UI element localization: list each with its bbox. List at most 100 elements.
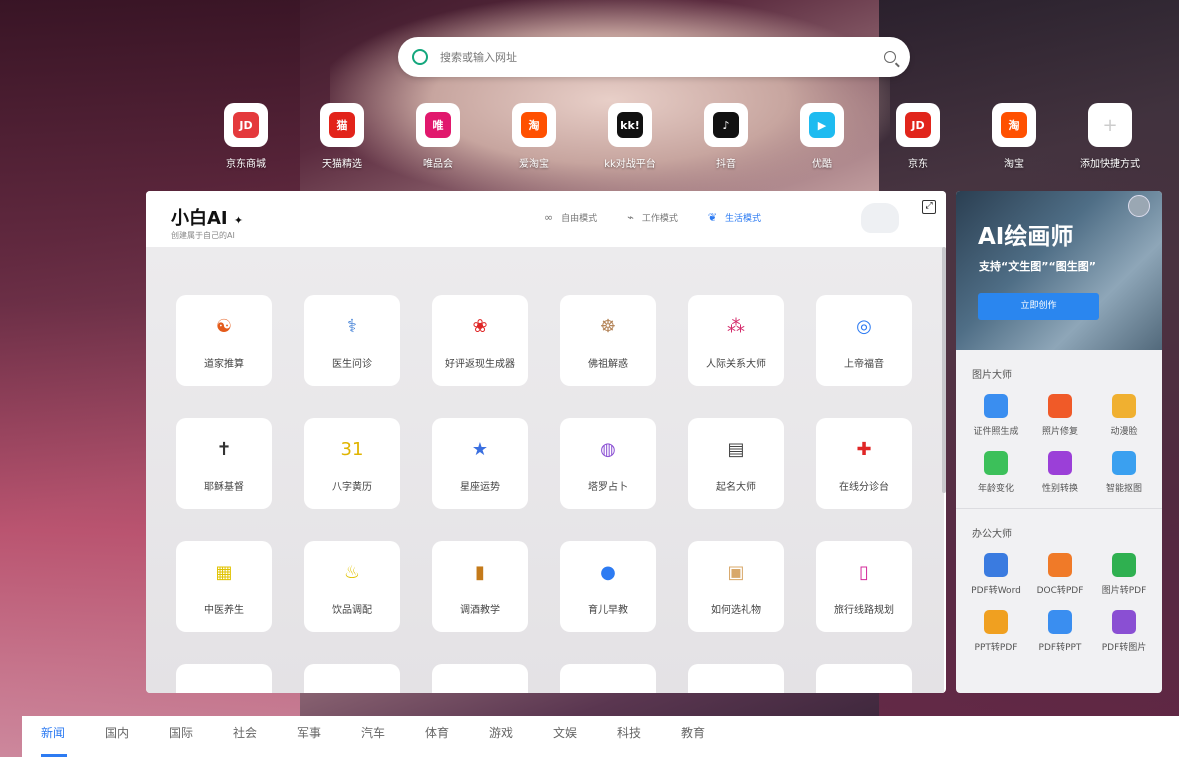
shortcut-aitaobao[interactable]: 淘 爱淘宝 <box>486 103 582 170</box>
shortcut-kk[interactable]: kk! kk对战平台 <box>582 103 678 170</box>
pdf-image-icon <box>1112 610 1136 634</box>
photo-repair-icon <box>1048 394 1072 418</box>
shortcut-douyin[interactable]: ♪ 抖音 <box>678 103 774 170</box>
shortcut-add[interactable]: + 添加快捷方式 <box>1062 103 1158 170</box>
shortcut-tile[interactable]: 淘 <box>992 103 1036 147</box>
jesus-icon: ✝ <box>216 438 232 460</box>
tool-label: 动漫脸 <box>1110 427 1138 437</box>
shortcut-tile[interactable]: + <box>1088 103 1132 147</box>
assistant-card[interactable]: ✚ 在线分诊台 <box>816 418 912 509</box>
panel-scrollbar[interactable] <box>942 247 946 493</box>
gender-icon <box>1048 451 1072 475</box>
search-bar[interactable]: 搜索或输入网址 <box>398 37 910 77</box>
tool-pdf-word[interactable]: PDF转Word <box>964 553 1028 596</box>
assistant-card[interactable]: ❀ 好评返现生成器 <box>432 295 528 386</box>
assistant-card[interactable]: ☸ 佛祖解惑 <box>560 295 656 386</box>
create-now-button[interactable]: 立即创作 <box>978 293 1099 320</box>
assistant-card[interactable]: ◍ 塔罗占卜 <box>560 418 656 509</box>
news-tab[interactable]: 教育 <box>662 716 726 757</box>
assistant-card-label: 道家推算 <box>204 359 244 370</box>
tool-ppt-pdf[interactable]: PPT转PDF <box>964 610 1028 653</box>
assistant-card-partial[interactable] <box>816 664 912 693</box>
assistant-card[interactable]: 31 八字黄历 <box>304 418 400 509</box>
youku-icon: ▶ <box>809 112 835 138</box>
assistant-card[interactable]: ▦ 中医养生 <box>176 541 272 632</box>
assistant-card[interactable]: ▮ 调酒教学 <box>432 541 528 632</box>
assistant-card[interactable]: ▤ 起名大师 <box>688 418 784 509</box>
tool-anime-face[interactable]: 动漫脸 <box>1092 394 1156 437</box>
assistant-card[interactable]: ☯ 道家推算 <box>176 295 272 386</box>
news-tab[interactable]: 汽车 <box>342 716 406 757</box>
mode-infinity[interactable]: ∞ 自由模式 <box>544 211 597 224</box>
assistant-card-partial[interactable] <box>432 664 528 693</box>
news-tab[interactable]: 新闻 <box>22 716 86 757</box>
shortcut-tmall[interactable]: 猫 天猫精选 <box>294 103 390 170</box>
news-tab[interactable]: 国际 <box>150 716 214 757</box>
assistant-card[interactable]: ▣ 如何选礼物 <box>688 541 784 632</box>
pdf-ppt-icon <box>1048 610 1072 634</box>
assistant-card-label: 上帝福音 <box>844 359 884 370</box>
tool-pdf-image[interactable]: PDF转图片 <box>1092 610 1156 653</box>
search-input[interactable]: 搜索或输入网址 <box>440 49 884 65</box>
assistant-card[interactable]: ✝ 耶稣基督 <box>176 418 272 509</box>
assistant-card[interactable]: ⚕ 医生问诊 <box>304 295 400 386</box>
shortcut-tile[interactable]: kk! <box>608 103 652 147</box>
assistant-card-partial[interactable] <box>560 664 656 693</box>
shortcut-tile[interactable]: 淘 <box>512 103 556 147</box>
expand-icon[interactable]: ⤢ <box>922 200 936 214</box>
doc-pdf-icon <box>1048 553 1072 577</box>
assistant-card-partial[interactable] <box>688 664 784 693</box>
shortcut-jd[interactable]: JD 京东 <box>870 103 966 170</box>
shortcut-label: 唯品会 <box>423 159 453 170</box>
search-icon[interactable] <box>884 51 896 63</box>
news-tab[interactable]: 国内 <box>86 716 150 757</box>
tool-id-photo[interactable]: 证件照生成 <box>964 394 1028 437</box>
news-tab[interactable]: 体育 <box>406 716 470 757</box>
news-tab[interactable]: 游戏 <box>470 716 534 757</box>
shortcut-tile[interactable]: 唯 <box>416 103 460 147</box>
tool-label: PPT转PDF <box>974 643 1018 653</box>
assistant-card[interactable]: ★ 星座运势 <box>432 418 528 509</box>
assistant-card[interactable]: ♨ 饮品调配 <box>304 541 400 632</box>
news-tab[interactable]: 军事 <box>278 716 342 757</box>
tool-label: PDF转图片 <box>1101 643 1147 653</box>
shortcut-tile[interactable]: ▶ <box>800 103 844 147</box>
shortcut-tile[interactable]: JD <box>224 103 268 147</box>
tool-photo-repair[interactable]: 照片修复 <box>1028 394 1092 437</box>
shortcut-youku[interactable]: ▶ 优酷 <box>774 103 870 170</box>
background-face <box>330 0 890 200</box>
mode-leaf[interactable]: ❦ 生活模式 <box>708 211 761 224</box>
shortcut-label: 添加快捷方式 <box>1080 159 1140 170</box>
avatar[interactable] <box>1128 195 1150 217</box>
shortcut-taobao[interactable]: 淘 淘宝 <box>966 103 1062 170</box>
leaf-icon: ❦ <box>707 211 718 224</box>
assistant-card[interactable]: ▯ 旅行线路规划 <box>816 541 912 632</box>
calendar-icon: 31 <box>340 438 364 460</box>
brand-title: 小白AI ✦ <box>171 208 244 229</box>
shortcut-jd-mall[interactable]: JD 京东商城 <box>198 103 294 170</box>
tool-gender[interactable]: 性别转换 <box>1028 451 1092 494</box>
tool-doc-pdf[interactable]: DOC转PDF <box>1028 553 1092 596</box>
luggage-icon: ▯ <box>859 561 869 583</box>
news-tab[interactable]: 社会 <box>214 716 278 757</box>
tool-image-pdf[interactable]: 图片转PDF <box>1092 553 1156 596</box>
assistant-card-partial[interactable] <box>176 664 272 693</box>
tool-label: 年龄变化 <box>977 484 1014 494</box>
shortcut-tile[interactable]: JD <box>896 103 940 147</box>
assistant-grid: ☯ 道家推算 ⚕ 医生问诊 ❀ 好评返现生成器 ☸ 佛祖解惑 ⁂ 人际关系大师 ◎ 上帝福… <box>176 295 912 693</box>
mode-chart[interactable]: ⌁ 工作模式 <box>627 211 678 224</box>
assistant-card[interactable]: ◎ 上帝福音 <box>816 295 912 386</box>
assistant-card[interactable]: ● 育儿早教 <box>560 541 656 632</box>
chart-icon: ⌁ <box>627 211 634 224</box>
tool-pdf-ppt[interactable]: PDF转PPT <box>1028 610 1092 653</box>
news-tab[interactable]: 科技 <box>598 716 662 757</box>
shortcut-label: 抖音 <box>716 159 736 170</box>
assistant-card[interactable]: ⁂ 人际关系大师 <box>688 295 784 386</box>
assistant-card-partial[interactable] <box>304 664 400 693</box>
tool-cutout[interactable]: 智能抠图 <box>1092 451 1156 494</box>
shortcut-tile[interactable]: ♪ <box>704 103 748 147</box>
shortcut-tile[interactable]: 猫 <box>320 103 364 147</box>
tool-age-change[interactable]: 年龄变化 <box>964 451 1028 494</box>
shortcut-vip[interactable]: 唯 唯品会 <box>390 103 486 170</box>
news-tab[interactable]: 文娱 <box>534 716 598 757</box>
